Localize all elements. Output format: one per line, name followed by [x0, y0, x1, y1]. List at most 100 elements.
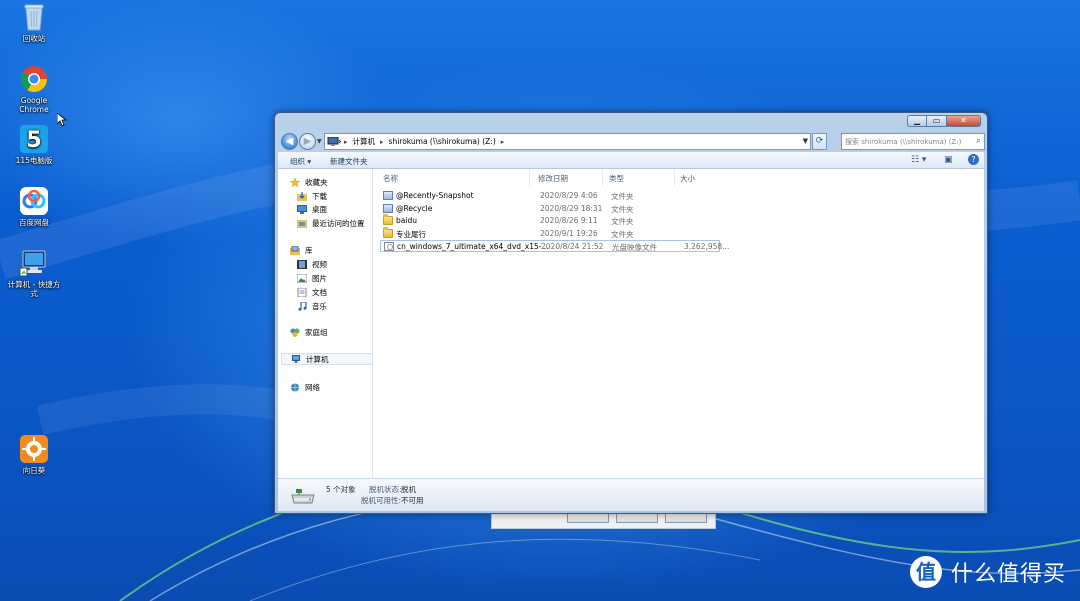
help-icon[interactable]: ?	[968, 154, 979, 165]
nav-downloads[interactable]: 下载	[297, 190, 327, 202]
breadcrumb-separator-icon[interactable]: ▸	[501, 138, 505, 146]
file-name: cn_windows_7_ultimate_x64_dvd_x15-...	[397, 242, 549, 251]
nav-downloads-label: 下载	[312, 191, 327, 201]
desktop-icon-chrome[interactable]: Google Chrome	[6, 64, 62, 114]
maximize-button[interactable]: ▭	[927, 115, 947, 127]
breadcrumb-separator-icon: ▸	[344, 137, 348, 146]
forward-button[interactable]: ▶	[299, 133, 316, 150]
navigation-pane: 收藏夹 下载 桌面 最近访问的位置 库 视频 图片 文档 音乐 家庭组 计算机 …	[278, 169, 373, 478]
nav-computer-label: 计算机	[306, 354, 329, 364]
desktop-icon-115[interactable]: 5 115电脑版	[6, 124, 62, 165]
organize-button[interactable]: 组织 ▾	[290, 156, 311, 167]
nav-pictures[interactable]: 图片	[296, 272, 327, 284]
mouse-cursor-icon	[56, 112, 68, 127]
nav-recent-label: 最近访问的位置	[312, 218, 365, 228]
smzdm-watermark: 值 什么值得买	[910, 556, 1066, 588]
search-icon[interactable]: ⌕	[976, 136, 981, 146]
system-folder-icon	[383, 191, 393, 200]
file-date: 2020/8/29 4:06	[540, 191, 598, 200]
column-header-date[interactable]: 修改日期	[538, 173, 568, 184]
window-controls: ▁ ▭ ✕	[907, 115, 981, 128]
file-type: 文件夹	[611, 230, 634, 239]
search-input[interactable]: 搜索 shirokuma (\\shirokuma) (Z:) ⌕	[841, 133, 985, 150]
column-divider[interactable]	[529, 169, 530, 186]
music-icon	[297, 300, 307, 311]
nav-libraries-label: 库	[305, 245, 313, 255]
nav-desktop-label: 桌面	[312, 204, 327, 214]
background-cancel-button[interactable]	[616, 513, 658, 523]
file-type: 文件夹	[611, 192, 634, 201]
column-header-size[interactable]: 大小	[680, 173, 695, 184]
desktop-icon-label: 回收站	[22, 34, 46, 43]
pictures-icon	[296, 273, 308, 283]
desktop-icon-label: Google Chrome	[19, 96, 49, 114]
file-name: @Recently-Snapshot	[396, 191, 474, 200]
file-type: 文件夹	[611, 205, 634, 214]
desktop-icon-sunlogin[interactable]: 向日葵	[6, 434, 62, 475]
nav-network[interactable]: 网络	[290, 381, 320, 393]
videos-icon	[297, 259, 307, 269]
address-history-dropdown-icon[interactable]: ▼	[803, 137, 808, 145]
nav-computer[interactable]: 计算机	[281, 353, 373, 365]
content-area: 收藏夹 下载 桌面 最近访问的位置 库 视频 图片 文档 音乐 家庭组 计算机 …	[278, 169, 984, 478]
baidu-netdisk-icon	[19, 186, 49, 216]
desktop-icon-computer-shortcut[interactable]: 计算机 - 快捷方式	[6, 248, 62, 298]
nav-libraries[interactable]: 库	[290, 244, 313, 256]
column-divider[interactable]	[602, 169, 603, 186]
explorer-window: ▁ ▭ ✕ ◀ ▶ ▼ ▸ 计算机 ▸ shirokuma (\\shiroku…	[274, 112, 988, 514]
svg-text:5: 5	[26, 128, 41, 153]
new-folder-button[interactable]: 新建文件夹	[330, 156, 368, 167]
recent-pages-dropdown-icon[interactable]: ▼	[317, 138, 322, 145]
offline-status-label: 脱机状态:	[369, 485, 402, 494]
file-row[interactable]: 专业尾行 2020/9/1 19:26 文件夹	[380, 227, 720, 240]
disc-image-icon	[384, 242, 394, 251]
network-drive-icon	[290, 487, 316, 505]
refresh-button[interactable]: ⟳	[812, 133, 827, 150]
documents-icon	[297, 287, 307, 297]
breadcrumb-computer[interactable]: 计算机	[353, 136, 376, 147]
nav-homegroup[interactable]: 家庭组	[290, 326, 328, 338]
background-apply-button[interactable]	[665, 513, 707, 523]
nav-videos-label: 视频	[312, 259, 327, 269]
computer-icon	[19, 248, 49, 278]
file-size: 3,262,958...	[684, 242, 730, 251]
file-date: 2020/9/1 19:26	[540, 229, 598, 238]
desktop-icon-label: 向日葵	[22, 466, 46, 475]
file-type: 光盘映像文件	[612, 243, 657, 252]
file-row[interactable]: @Recently-Snapshot 2020/8/29 4:06 文件夹	[380, 190, 720, 202]
watermark-text: 什么值得买	[951, 562, 1067, 587]
address-bar[interactable]: ▸ 计算机 ▸ shirokuma (\\shirokuma) (Z:) ▸ ▼	[324, 133, 811, 150]
offline-availability-value: 不可用	[401, 496, 424, 505]
desktop-icon-recycle-bin[interactable]: 回收站	[6, 2, 62, 43]
background-ok-button[interactable]	[567, 513, 609, 523]
nav-recent-places[interactable]: 最近访问的位置	[297, 217, 365, 229]
nav-videos[interactable]: 视频	[297, 258, 327, 270]
downloads-folder-icon	[297, 191, 307, 201]
view-options-icon[interactable]: ☷ ▾	[911, 155, 926, 165]
file-row-selected[interactable]: cn_windows_7_ultimate_x64_dvd_x15-... 20…	[380, 240, 729, 252]
breadcrumb-drive[interactable]: shirokuma (\\shirokuma) (Z:)	[389, 137, 496, 146]
nav-desktop[interactable]: 桌面	[297, 203, 327, 215]
navigation-bar: ◀ ▶ ▼ ▸ 计算机 ▸ shirokuma (\\shirokuma) (Z…	[279, 132, 985, 152]
115-app-icon: 5	[19, 124, 49, 154]
file-row[interactable]: @Recycle 2020/8/29 18:31 文件夹	[380, 203, 720, 215]
column-header-type[interactable]: 类型	[609, 173, 624, 184]
nav-favorites[interactable]: 收藏夹	[289, 176, 328, 188]
close-button[interactable]: ✕	[947, 115, 981, 127]
minimize-button[interactable]: ▁	[907, 115, 927, 127]
breadcrumb-separator-icon[interactable]: ▸	[380, 138, 384, 146]
recent-places-icon	[297, 219, 307, 228]
preview-pane-icon[interactable]: ▣	[944, 155, 953, 165]
libraries-icon	[290, 245, 300, 255]
column-header-name[interactable]: 名称	[383, 173, 398, 184]
nav-documents-label: 文档	[312, 287, 327, 297]
file-row[interactable]: baidu 2020/8/26 9:11 文件夹	[380, 214, 720, 227]
desktop-icon-baidu-netdisk[interactable]: 百度网盘	[6, 186, 62, 227]
desktop-icon	[297, 204, 307, 214]
computer-icon	[327, 136, 342, 147]
file-list: 名称 修改日期 类型 大小 @Recently-Snapshot 2020/8/…	[374, 169, 984, 478]
nav-music[interactable]: 音乐	[297, 300, 327, 312]
column-divider[interactable]	[674, 169, 675, 186]
nav-documents[interactable]: 文档	[297, 286, 327, 298]
back-button[interactable]: ◀	[281, 133, 298, 150]
